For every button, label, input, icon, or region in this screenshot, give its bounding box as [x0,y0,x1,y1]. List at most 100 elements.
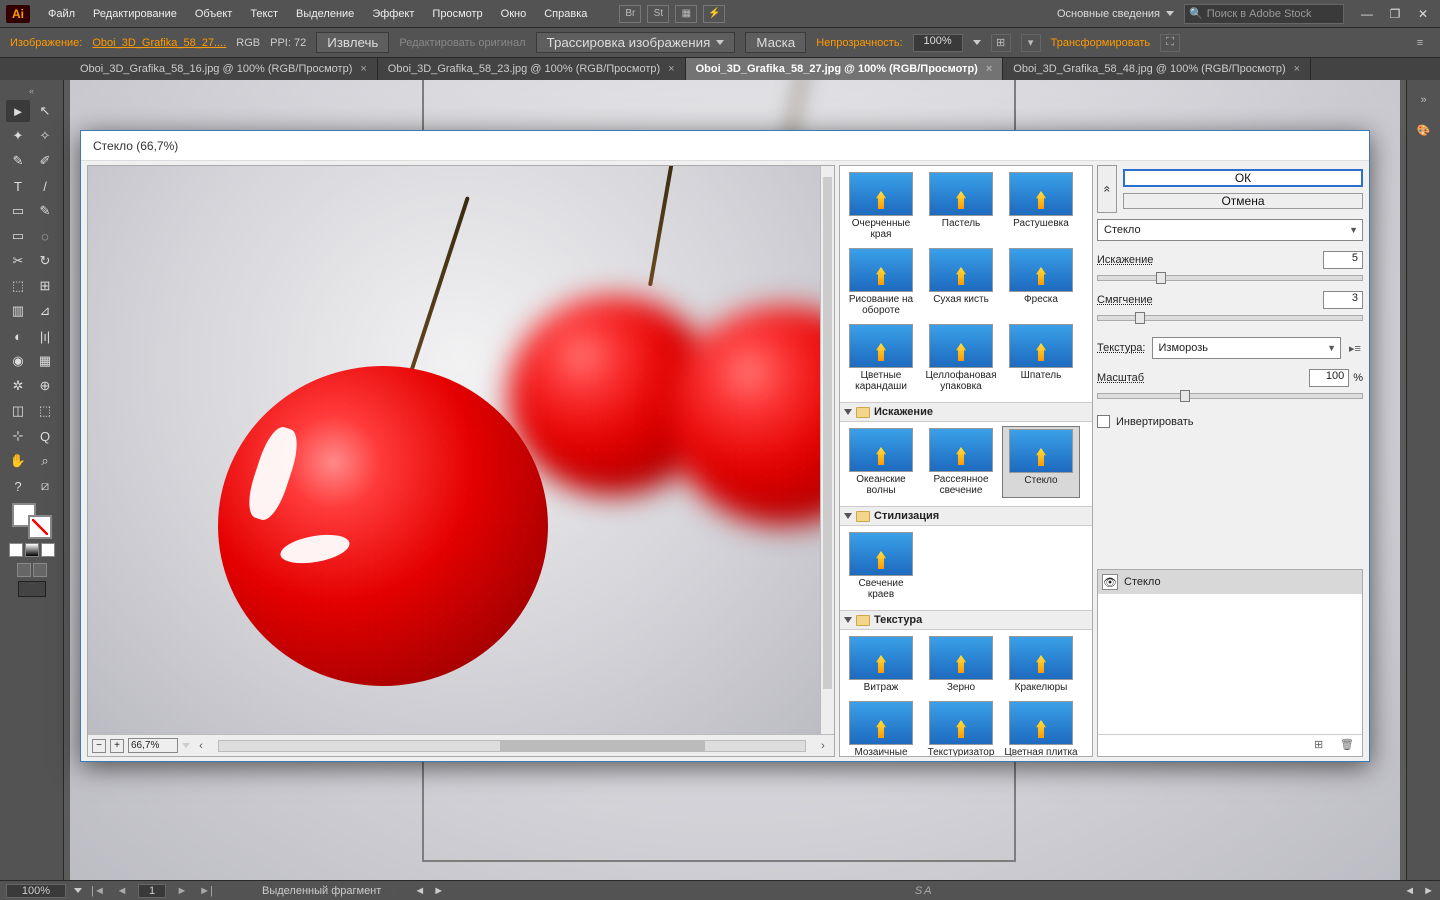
texture-flyout-icon[interactable]: ▸≡ [1347,342,1363,355]
status-menu-icon[interactable] [393,887,398,895]
filter-thumbnail[interactable]: Цветные карандаши [842,322,920,394]
visibility-icon[interactable]: 👁 [1102,574,1118,590]
collapse-gallery-button[interactable]: « [1097,165,1117,213]
screen-mode-icon[interactable] [18,581,46,597]
image-trace-button[interactable]: Трассировка изображения [536,32,736,53]
document-tab[interactable]: Oboi_3D_Grafika_58_48.jpg @ 100% (RGB/Пр… [1003,58,1311,80]
tool-button[interactable]: ⬚ [33,400,57,422]
zoom-input[interactable]: 100% [6,884,66,898]
filter-gallery-list[interactable]: Очерченные краяПастельРастушевкаРисовани… [839,165,1093,757]
menu-window[interactable]: Окно [493,4,535,24]
tool-button[interactable]: / [33,175,57,197]
preview-vscrollbar[interactable] [820,166,834,734]
tool-button[interactable]: Q [33,425,57,447]
filter-thumbnail[interactable]: Шпатель [1002,322,1080,394]
document-tab[interactable]: Oboi_3D_Grafika_58_23.jpg @ 100% (RGB/Пр… [378,58,686,80]
menu-view[interactable]: Просмотр [424,4,490,24]
tool-button[interactable]: ✂ [6,250,30,272]
fill-stroke-swatch[interactable] [12,503,52,539]
artboard-number[interactable]: 1 [138,884,166,898]
prev-artboard-icon[interactable]: ◄ [114,885,130,897]
tool-button[interactable]: ▭ [6,200,30,222]
window-minimize-icon[interactable]: — [1356,6,1378,22]
controlbar-menu-icon[interactable]: ≡ [1410,34,1430,52]
tool-button[interactable]: ? [6,475,30,497]
effect-layer[interactable]: 👁 Стекло [1098,570,1362,594]
last-artboard-icon[interactable]: ►| [198,885,214,897]
transform-icon[interactable]: ⛶ [1160,34,1180,52]
transform-link[interactable]: Трансформировать [1051,37,1151,49]
chevron-down-icon[interactable] [182,743,190,748]
tool-button[interactable]: ▥ [6,300,30,322]
tool-button[interactable]: |ı| [33,325,57,347]
tool-button[interactable]: ↖ [33,100,57,122]
scale-input[interactable]: 100 [1309,369,1349,387]
filter-thumbnail[interactable]: Фреска [1002,246,1080,318]
gpu-icon[interactable]: ⚡ [703,5,725,23]
filter-thumbnail[interactable]: Очерченные края [842,170,920,242]
menu-effect[interactable]: Эффект [364,4,422,24]
align-menu-icon[interactable]: ▾ [1021,34,1041,52]
extract-button[interactable]: Извлечь [316,32,389,53]
filter-thumbnail[interactable]: Растушевка [1002,170,1080,242]
new-effect-layer-icon[interactable]: ⊞ [1314,738,1330,754]
scroll-right-icon[interactable]: › [816,740,830,752]
tool-button[interactable]: ⊞ [33,275,57,297]
draw-mode-icons[interactable] [17,563,47,577]
filter-thumbnail[interactable]: Витраж [842,634,920,695]
close-icon[interactable]: × [668,63,674,75]
stock-icon[interactable]: St [647,5,669,23]
filter-group-header[interactable]: Искажение [840,402,1092,422]
close-icon[interactable]: × [986,63,992,75]
window-close-icon[interactable]: ✕ [1412,6,1434,22]
arrange-icon[interactable]: ▦ [675,5,697,23]
color-panel-icon[interactable]: 🎨 [1413,120,1435,140]
window-maximize-icon[interactable]: ❐ [1384,6,1406,22]
opacity-input[interactable]: 100% [913,34,963,52]
toolbox-handle-icon[interactable]: « [0,86,63,96]
tool-button[interactable]: ▭ [6,225,30,247]
stock-search[interactable]: 🔍 Поиск в Adobe Stock [1184,4,1344,24]
tool-button[interactable]: ▦ [33,350,57,372]
tool-button[interactable]: ✲ [6,375,30,397]
bridge-icon[interactable]: Br [619,5,641,23]
close-icon[interactable]: × [1294,63,1300,75]
delete-effect-layer-icon[interactable]: 🗑 [1340,738,1356,754]
chevron-down-icon[interactable] [973,40,981,45]
tool-button[interactable]: ✎ [33,200,57,222]
tool-button[interactable]: ✐ [33,150,57,172]
next-artboard-icon[interactable]: ► [174,885,190,897]
texture-dropdown[interactable]: Изморозь ▼ [1152,337,1342,359]
tool-button[interactable]: ► [6,100,30,122]
menu-select[interactable]: Выделение [288,4,362,24]
filter-thumbnail[interactable]: Текстуризатор [922,699,1000,757]
preview-hscrollbar[interactable] [218,740,806,752]
menu-text[interactable]: Текст [242,4,286,24]
filter-thumbnail[interactable]: Зерно [922,634,1000,695]
mask-button[interactable]: Маска [745,32,806,53]
filter-thumbnail[interactable]: Стекло [1002,426,1080,498]
tool-button[interactable]: ⌕ [33,450,57,472]
cancel-button[interactable]: Отмена [1123,193,1363,209]
chevron-down-icon[interactable] [74,888,82,893]
tool-button[interactable]: ✎ [6,150,30,172]
filter-group-header[interactable]: Стилизация [840,506,1092,526]
filter-thumbnail[interactable]: Пастель [922,170,1000,242]
edit-original-button[interactable]: Редактировать оригинал [399,37,525,49]
document-tab[interactable]: Oboi_3D_Grafika_58_16.jpg @ 100% (RGB/Пр… [70,58,378,80]
preview-zoom-input[interactable]: 66,7% [128,738,178,753]
menu-object[interactable]: Объект [187,4,240,24]
tool-button[interactable]: ◐ [6,325,30,347]
invert-checkbox[interactable] [1097,415,1110,428]
filter-preview-canvas[interactable] [88,166,834,734]
ok-button[interactable]: ОК [1123,169,1363,187]
workspace-switcher[interactable]: Основные сведения [1049,6,1182,22]
first-artboard-icon[interactable]: |◄ [90,885,106,897]
filter-group-header[interactable]: Текстура [840,610,1092,630]
menu-edit[interactable]: Редактирование [85,4,185,24]
filter-thumbnail[interactable]: Океанские волны [842,426,920,498]
zoom-out-icon[interactable]: − [92,739,106,753]
tool-button[interactable]: ✦ [6,125,30,147]
filter-thumbnail[interactable]: Целлофановая упаковка [922,322,1000,394]
smoothness-slider[interactable] [1097,315,1363,321]
